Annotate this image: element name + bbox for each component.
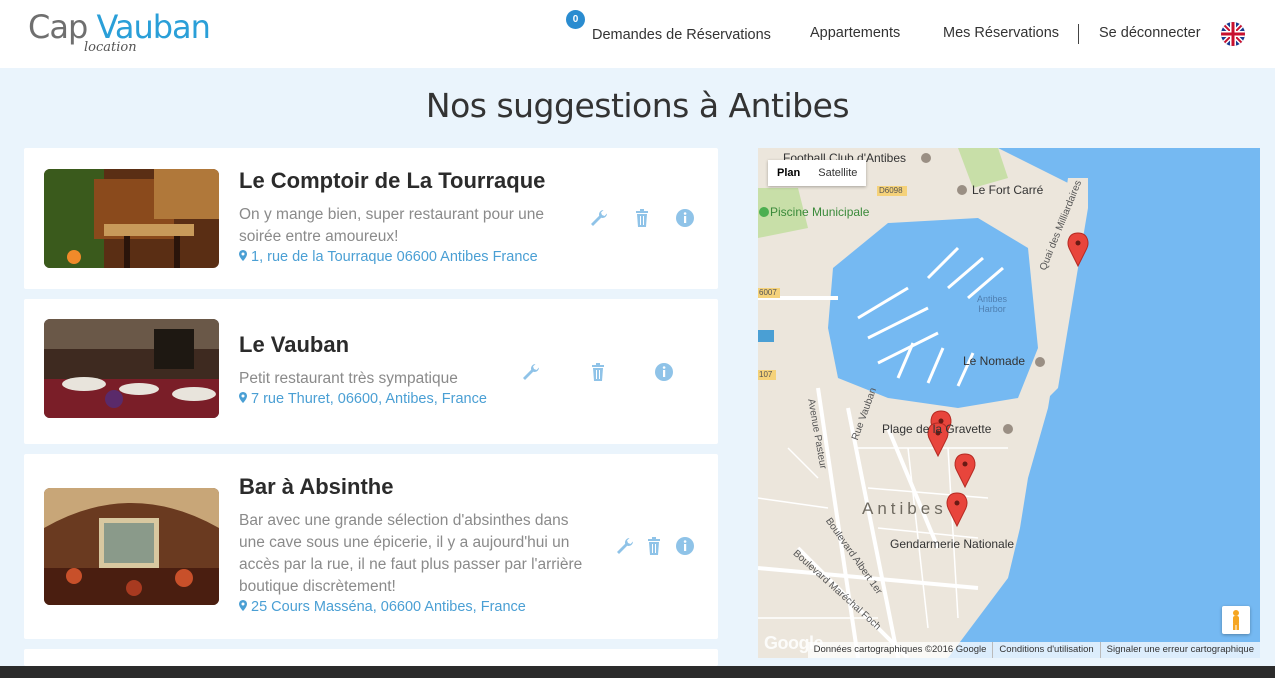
map-label-nomade: Le Nomade [963,354,1026,368]
trash-icon[interactable] [632,208,652,228]
map-label-fort: Le Fort Carré [972,183,1044,197]
map-label-road: 107 [759,370,773,379]
card-address[interactable]: 25 Cours Masséna, 06600 Antibes, France [239,599,526,615]
map-label-piscine: Piscine Municipale [770,205,870,219]
card-description: Bar avec une grande sélection d'absinthe… [239,512,583,595]
card-address[interactable]: 1, rue de la Tourraque 06600 Antibes Fra… [239,249,538,265]
wrench-icon[interactable] [589,208,609,228]
logo-text: Cap [28,8,88,46]
suggestion-card: Bar à Absinthe Bar avec une grande sélec… [24,454,718,639]
map-type-toggle: Plan Satellite [768,160,867,186]
map-pin-icon [239,600,247,611]
map-attribution: Données cartographiques ©2016 Google [813,644,987,655]
map-report-link[interactable]: Signaler une erreur cartographique [1099,642,1260,658]
street-view-pegman-icon[interactable] [1222,606,1250,634]
map-footer: Données cartographiques ©2016 Google Con… [807,642,1260,658]
card-address[interactable]: 7 rue Thuret, 06600, Antibes, France [239,391,487,407]
nav-logout[interactable]: Se déconnecter [1099,25,1201,41]
map-label-road: D6098 [879,186,903,195]
info-icon[interactable] [675,536,695,556]
address-text: 25 Cours Masséna, 06600 Antibes, France [251,599,526,615]
card-title[interactable]: Le Vauban [239,332,349,358]
map-label-harbor: Antibes Harbor [976,294,1008,314]
map-type-satellite[interactable]: Satellite [809,160,866,186]
map-label-road: 6007 [759,288,777,297]
card-title[interactable]: Le Comptoir de La Tourraque [239,168,545,194]
map-terms-link[interactable]: Conditions d'utilisation [992,642,1099,658]
restaurant-photo [44,319,219,418]
card-description: On y mange bien, super restaurant pour u… [239,206,545,245]
trash-icon[interactable] [588,362,608,382]
requests-badge: 0 [566,10,585,29]
header: Cap Vauban location 0 Demandes de Réserv… [0,0,1275,68]
suggestion-card [24,649,718,666]
page-title: Nos suggestions à Antibes [425,86,850,125]
trash-icon[interactable] [644,536,664,556]
logo[interactable]: Cap Vauban location [28,8,218,60]
logo-subtitle: location [84,40,137,55]
uk-flag-icon[interactable] [1221,22,1245,46]
address-text: 1, rue de la Tourraque 06600 Antibes Fra… [251,249,538,265]
restaurant-photo [44,169,219,268]
suggestion-card: Le Comptoir de La Tourraque On y mange b… [24,148,718,289]
nav-my-bookings[interactable]: Mes Réservations [943,25,1059,41]
map-type-plan[interactable]: Plan [768,160,809,186]
address-text: 7 rue Thuret, 06600, Antibes, France [251,391,487,407]
map[interactable]: Football Club d'Antibes Le Fort Carré Pi… [758,148,1260,658]
wrench-icon[interactable] [615,536,635,556]
map-pin-icon [239,250,247,261]
bottom-bar [0,666,1275,678]
info-icon[interactable] [654,362,674,382]
map-label-gendarmerie: Gendarmerie Nationale [890,537,1015,551]
nav-apartments[interactable]: Appartements [810,25,900,41]
nav-separator [1078,24,1079,44]
map-label-plage: Plage de la Gravette [882,422,992,436]
wrench-icon[interactable] [521,362,541,382]
map-pin-icon [239,392,247,403]
nav-requests[interactable]: Demandes de Réservations [592,27,771,43]
restaurant-photo [44,488,219,605]
suggestion-card: Le Vauban Petit restaurant très sympatiq… [24,299,718,444]
card-title[interactable]: Bar à Absinthe [239,474,393,500]
map-label-antibes: Antibes [862,499,947,518]
info-icon[interactable] [675,208,695,228]
